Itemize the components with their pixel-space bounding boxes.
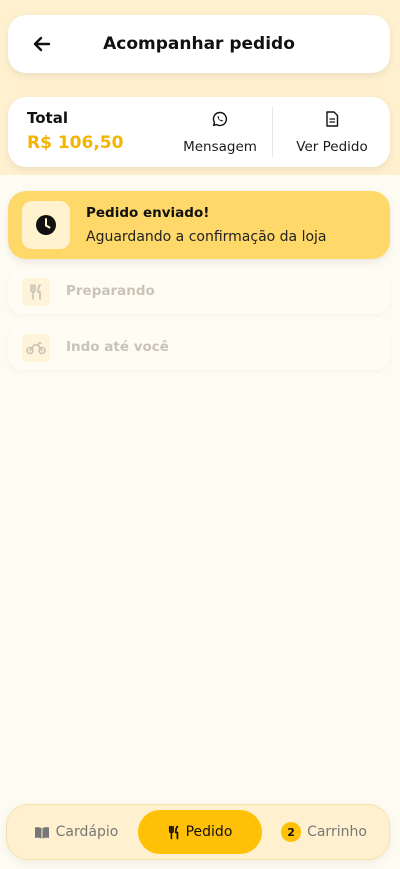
clock-icon [36,215,56,235]
status-icon-box [22,201,70,249]
nav-item-label: Cardápio [55,824,119,840]
status-current: Pedido enviado! Aguardando a confirmação… [8,191,390,259]
page-title: Acompanhar pedido [103,34,295,54]
nav-item-cart[interactable]: 2 Carrinho [269,810,379,854]
total-value: R$ 106,50 [27,133,124,153]
summary-divider [272,107,273,157]
view-order-label: Ver Pedido [296,139,368,155]
message-label: Mensagem [183,139,257,155]
message-button[interactable]: Mensagem [178,111,262,155]
document-icon [326,111,339,127]
view-order-button[interactable]: Ver Pedido [284,111,380,155]
nav-item-order[interactable]: Pedido [138,810,262,854]
status-step-preparing: Preparando [8,270,390,314]
cart-count-badge: 2 [281,822,302,842]
utensils-icon [168,825,178,839]
status-current-subtitle: Aguardando a confirmação da loja [86,229,327,245]
header-bar: Acompanhar pedido [8,15,390,73]
utensils-icon [30,284,41,300]
status-current-title: Pedido enviado! [86,205,210,221]
step-icon-box [22,278,50,306]
nav-item-label: Pedido [185,824,233,840]
nav-item-label: Carrinho [307,824,367,840]
whatsapp-icon [212,111,228,127]
total-label: Total [27,109,68,127]
book-icon [34,826,49,838]
motorcycle-icon [26,342,46,355]
bottom-nav: Cardápio Pedido 2 Carrinho [6,804,390,860]
nav-item-menu[interactable]: Cardápio [21,810,131,854]
status-step-label: Preparando [66,283,155,299]
status-step-delivering: Indo até você [8,326,390,370]
order-summary-card: Total R$ 106,50 Mensagem Ver Pedido [8,97,390,167]
status-step-label: Indo até você [66,339,169,355]
step-icon-box [22,334,50,362]
